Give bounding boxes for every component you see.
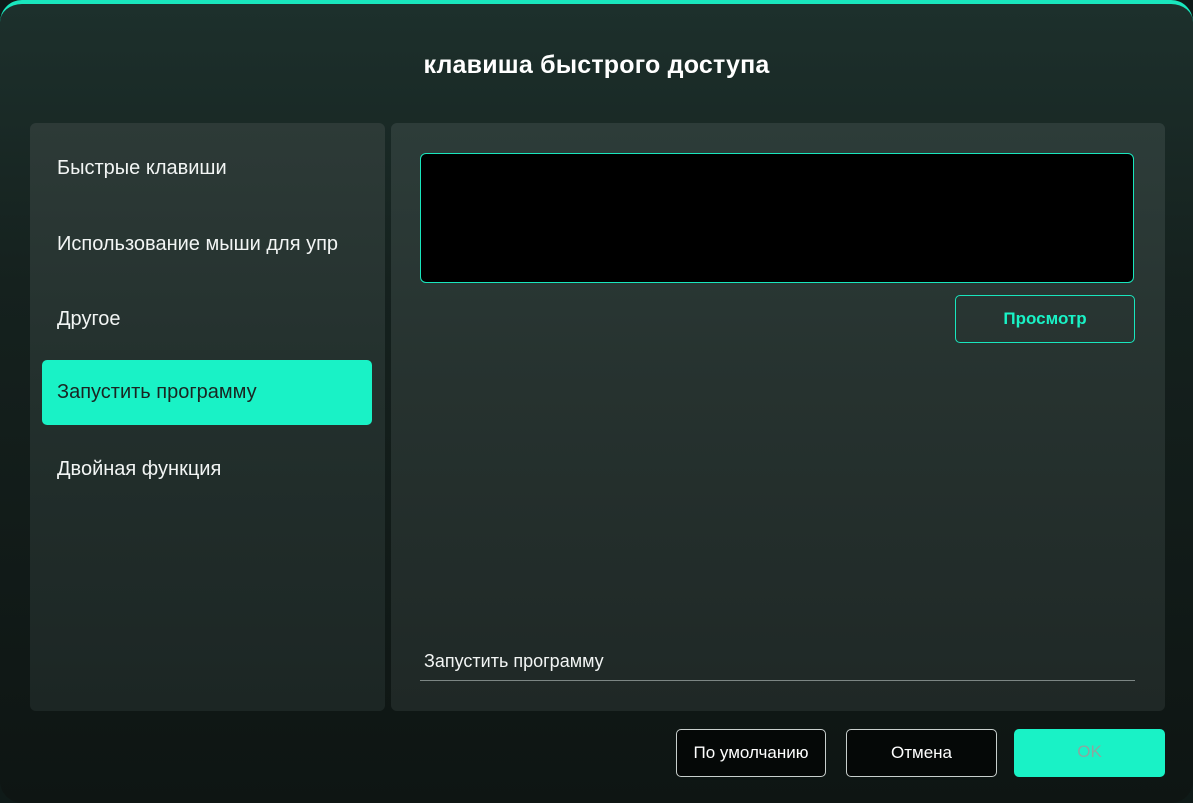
menu-item-dual-function[interactable]: Двойная функция bbox=[42, 437, 372, 502]
browse-button[interactable]: Просмотр bbox=[955, 295, 1135, 343]
cancel-button[interactable]: Отмена bbox=[846, 729, 997, 777]
program-path-underline bbox=[420, 680, 1135, 681]
dialog-title: клавиша быстрого доступа bbox=[423, 51, 770, 79]
default-button[interactable]: По умолчанию bbox=[676, 729, 826, 777]
ok-button[interactable]: OK bbox=[1014, 729, 1165, 777]
launch-program-panel: Просмотр Запустить программу bbox=[391, 123, 1165, 711]
program-preview-box bbox=[420, 153, 1134, 283]
shortcut-key-dialog: клавиша быстрого доступа Быстрые клавиши… bbox=[0, 0, 1193, 803]
menu-item-launch-program[interactable]: Запустить программу bbox=[42, 360, 372, 425]
menu-item-mouse-control[interactable]: Использование мыши для упр bbox=[42, 212, 372, 277]
menu-item-other[interactable]: Другое bbox=[42, 287, 372, 352]
program-path-field[interactable]: Запустить программу bbox=[424, 651, 604, 672]
function-menu-panel: Быстрые клавиши Использование мыши для у… bbox=[30, 123, 385, 711]
menu-item-hotkeys[interactable]: Быстрые клавиши bbox=[42, 136, 372, 201]
